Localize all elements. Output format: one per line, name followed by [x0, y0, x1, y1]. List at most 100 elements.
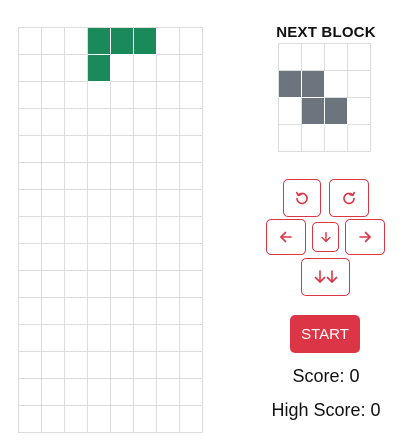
board-cell-filled: [88, 55, 111, 82]
board-cell: [88, 163, 111, 190]
board-cell: [134, 190, 157, 217]
board-cell-filled: [134, 28, 157, 55]
board-cell: [65, 163, 88, 190]
arrow-right-icon: [359, 231, 371, 243]
board-cell: [111, 55, 134, 82]
board-cell: [19, 244, 42, 271]
board-cell: [19, 217, 42, 244]
board-cell: [180, 325, 203, 352]
board-cell: [157, 163, 180, 190]
next-block-cell: [325, 71, 348, 98]
board-cell: [157, 325, 180, 352]
board-cell: [180, 217, 203, 244]
board-cell: [111, 379, 134, 406]
board-cell: [111, 298, 134, 325]
board-cell: [42, 163, 65, 190]
next-block-cell: [348, 125, 371, 152]
hard-drop-button[interactable]: [301, 258, 350, 296]
board-cell: [65, 28, 88, 55]
board-cell: [157, 352, 180, 379]
next-block-cell: [348, 98, 371, 125]
board-cell: [180, 352, 203, 379]
double-arrow-down-icon: [314, 270, 337, 283]
board-cell: [65, 325, 88, 352]
board-cell: [19, 28, 42, 55]
rotate-ccw-icon: [295, 191, 308, 205]
board-cell: [88, 406, 111, 433]
board-cell: [19, 190, 42, 217]
board-cell: [65, 190, 88, 217]
board-cell: [42, 217, 65, 244]
board-cell: [157, 109, 180, 136]
board-cell: [65, 244, 88, 271]
board-cell: [134, 136, 157, 163]
board-cell-filled: [111, 28, 134, 55]
board-cell: [180, 379, 203, 406]
board-cell: [88, 82, 111, 109]
board-cell: [42, 244, 65, 271]
board-cell: [157, 28, 180, 55]
board-cell: [134, 109, 157, 136]
move-down-button[interactable]: [312, 222, 339, 252]
board-cell: [19, 82, 42, 109]
next-block-cell: [302, 125, 325, 152]
board-cell: [134, 325, 157, 352]
board-cell: [111, 406, 134, 433]
next-block-cell: [302, 44, 325, 71]
board-cell: [88, 190, 111, 217]
board-cell: [157, 82, 180, 109]
board-cell: [157, 298, 180, 325]
board-cell: [65, 352, 88, 379]
board-cell: [42, 109, 65, 136]
board-cell: [19, 298, 42, 325]
board-cell: [134, 217, 157, 244]
board-cell: [42, 379, 65, 406]
board-cell: [157, 406, 180, 433]
next-block-preview: [278, 43, 371, 152]
board-cell: [111, 217, 134, 244]
board-cell: [65, 406, 88, 433]
board-cell: [88, 217, 111, 244]
board-cell: [111, 82, 134, 109]
board-cell: [134, 163, 157, 190]
board-cell: [180, 190, 203, 217]
board-cell: [134, 298, 157, 325]
board-cell: [88, 379, 111, 406]
next-block-cell-filled: [325, 98, 348, 125]
board-cell: [180, 271, 203, 298]
board-cell: [134, 406, 157, 433]
next-block-cell-filled: [302, 71, 325, 98]
board-cell: [180, 55, 203, 82]
board-cell: [134, 244, 157, 271]
next-block-cell: [348, 71, 371, 98]
board-cell: [180, 406, 203, 433]
start-button[interactable]: START: [290, 315, 360, 353]
board-cell: [65, 379, 88, 406]
board-cell: [65, 82, 88, 109]
board-cell: [19, 379, 42, 406]
board-cell: [88, 109, 111, 136]
board-cell: [88, 271, 111, 298]
move-left-button[interactable]: [266, 219, 306, 255]
rotate-right-button[interactable]: [329, 179, 369, 217]
board-cell: [19, 136, 42, 163]
board-cell: [42, 28, 65, 55]
board-cell-filled: [88, 28, 111, 55]
board-cell: [42, 190, 65, 217]
board-cell: [134, 352, 157, 379]
board-cell: [180, 28, 203, 55]
board-cell: [111, 136, 134, 163]
board-cell: [19, 352, 42, 379]
board-cell: [111, 325, 134, 352]
board-cell: [42, 271, 65, 298]
next-block-cell: [325, 125, 348, 152]
board-cell: [157, 55, 180, 82]
board-cell: [111, 109, 134, 136]
board-cell: [180, 163, 203, 190]
board-cell: [180, 136, 203, 163]
board-cell: [157, 271, 180, 298]
board-cell: [19, 325, 42, 352]
board-cell: [88, 244, 111, 271]
move-right-button[interactable]: [345, 219, 385, 255]
rotate-left-button[interactable]: [283, 179, 321, 217]
